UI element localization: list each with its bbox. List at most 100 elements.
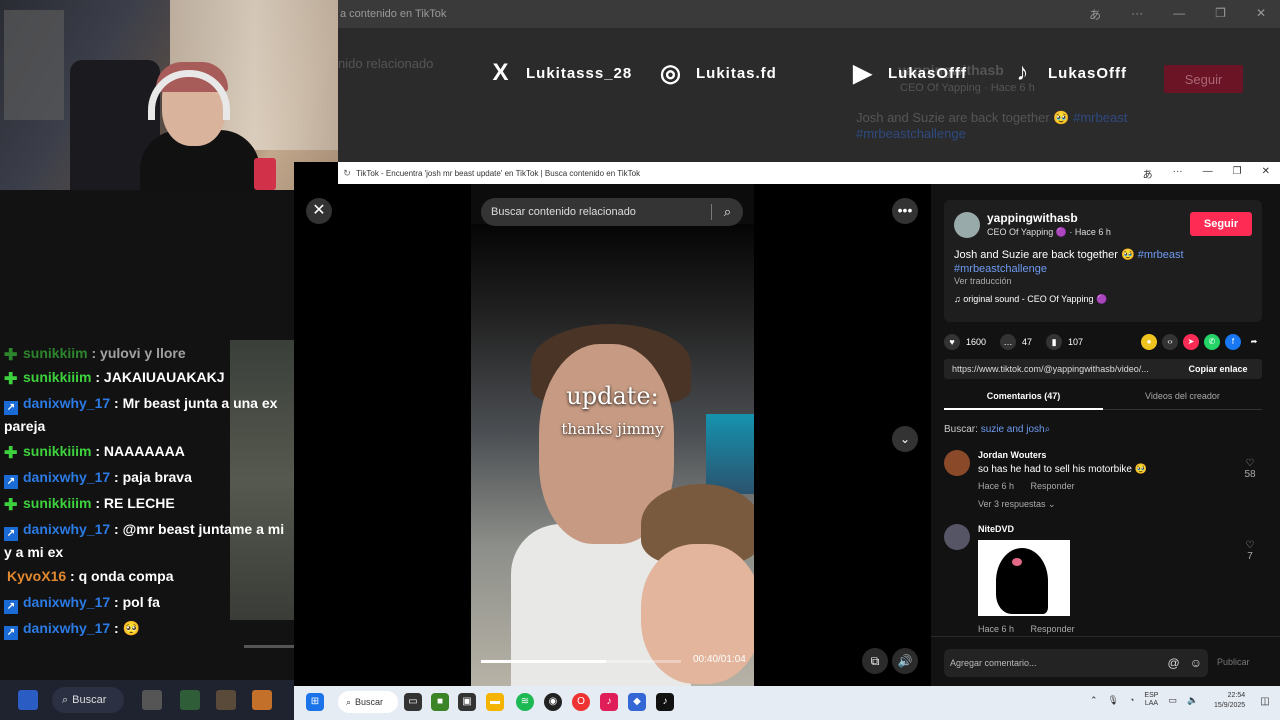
search-term-link[interactable]: suzie and josh⌕ — [981, 424, 1051, 435]
close-icon[interactable]: ✕ — [1256, 6, 1266, 23]
reply-button[interactable]: Responder — [1031, 481, 1075, 491]
post-stats: ♥ 1600 … 47 ▮ 107 ● ‹› ➤ ✆ f ➦ — [944, 332, 1262, 352]
volume-button[interactable]: 🔊 — [892, 648, 918, 674]
avatar[interactable] — [944, 524, 970, 550]
embed-icon[interactable]: ‹› — [1162, 334, 1178, 350]
next-video-button[interactable]: ⌄ — [892, 426, 918, 452]
related-search-input[interactable]: Buscar contenido relacionado ⌕ — [481, 198, 743, 226]
obs-icon[interactable]: ◉ — [544, 693, 562, 711]
tiktok-icon[interactable]: ♪ — [656, 693, 674, 711]
tab-creator-videos[interactable]: Videos del creador — [1103, 384, 1262, 410]
whatsapp-icon[interactable]: ✆ — [1204, 334, 1220, 350]
lang-bottom: LAA — [1144, 700, 1159, 707]
maximize-icon[interactable]: ❐ — [1233, 166, 1242, 181]
emoji-icon[interactable]: ☺ — [1190, 656, 1202, 670]
background-search: nido relacionado — [338, 56, 434, 71]
app-icon[interactable] — [216, 690, 236, 710]
chat-text: NAAAAAAA — [103, 443, 185, 459]
file-explorer-icon[interactable]: ▬ — [486, 693, 504, 711]
opera-icon[interactable]: O — [572, 693, 590, 711]
maximize-icon[interactable]: ❐ — [1215, 6, 1226, 23]
taskbar-search[interactable]: ⌕ Buscar — [338, 691, 398, 713]
app-icon[interactable] — [180, 690, 200, 710]
hashtag-link[interactable]: #mrbeast — [1138, 249, 1184, 261]
microphone-icon[interactable]: 🎙 — [1108, 695, 1119, 706]
facebook-icon[interactable]: f — [1225, 334, 1241, 350]
heart-icon[interactable]: ♥ — [944, 334, 960, 350]
speaker-icon[interactable]: 🔈 — [1187, 695, 1198, 706]
add-comment-input[interactable]: Agregar comentario... @ ☺ — [944, 649, 1208, 677]
coin-icon[interactable]: ● — [1141, 334, 1157, 350]
mention-icon[interactable]: @ — [1168, 656, 1180, 670]
send-icon[interactable]: ➤ — [1183, 334, 1199, 350]
comment-username[interactable]: Jordan Wouters — [978, 450, 1046, 460]
add-comment-bar: Agregar comentario... @ ☺ Publicar — [931, 636, 1280, 686]
comments-count: 47 — [1022, 337, 1033, 347]
avatar[interactable] — [944, 450, 970, 476]
app-icon[interactable] — [252, 690, 272, 710]
search-icon: ⌕ — [62, 693, 69, 706]
reload-icon[interactable]: ↻ — [338, 168, 356, 179]
video-player[interactable]: Buscar contenido relacionado ⌕ update: t… — [471, 184, 754, 686]
hashtag-link[interactable]: #mrbeastchallenge — [954, 263, 1047, 275]
copy-link-button[interactable]: Copiar enlace — [1174, 364, 1262, 374]
background-titlebar: a contenido en TikTok あ ··· — ❐ ✕ — [338, 0, 1280, 28]
more-options-button[interactable]: ••• — [892, 198, 918, 224]
avatar[interactable] — [954, 212, 980, 238]
sticker-brain — [1012, 558, 1022, 566]
minimize-icon[interactable]: — — [1203, 166, 1213, 181]
post-username[interactable]: yappingwithasb — [987, 211, 1078, 225]
display-icon[interactable]: ▭ — [1168, 695, 1177, 706]
video-progress-bar[interactable] — [481, 660, 681, 663]
comment-like[interactable]: ♡ 7 — [1238, 540, 1262, 562]
video-link[interactable]: https://www.tiktok.com/@yappingwithasb/v… — [952, 364, 1149, 374]
app-icon[interactable]: ▣ — [458, 693, 476, 711]
share-icon[interactable]: ➦ — [1246, 334, 1262, 350]
video-link-box: https://www.tiktok.com/@yappingwithasb/v… — [944, 359, 1262, 379]
chat-scrollbar[interactable] — [244, 645, 294, 648]
shield-icon[interactable]: ◆ — [628, 693, 646, 711]
tiktok-live-icon[interactable]: ♪ — [600, 693, 618, 711]
social-tiktok: ♪ LukasOfff — [1008, 56, 1127, 90]
windows-start-icon[interactable]: ⊞ — [306, 693, 324, 711]
comment-search-suggestion: Buscar: suzie and josh⌕ — [944, 424, 1050, 435]
subscriber-badge-icon: ✚ — [4, 445, 18, 462]
notification-icon[interactable]: ◫ — [1256, 693, 1274, 711]
more-icon[interactable]: ··· — [1173, 166, 1183, 181]
comment-icon[interactable]: … — [1000, 334, 1017, 350]
close-video-button[interactable]: ✕ — [306, 198, 332, 224]
windows-start-icon[interactable] — [18, 690, 38, 710]
task-view-icon[interactable]: ▭ — [404, 693, 422, 711]
floating-player-button[interactable]: ⧉ — [862, 648, 888, 674]
chat-user: danixwhy_17 — [23, 469, 111, 485]
bookmark-icon[interactable]: ▮ — [1046, 334, 1063, 350]
publish-button[interactable]: Publicar — [1217, 657, 1250, 667]
see-translation-link[interactable]: Ver traducción — [954, 276, 1012, 286]
translate-icon[interactable]: あ — [1143, 166, 1153, 181]
post-subtitle: CEO Of Yapping 🟣 · Hace 6 h — [987, 227, 1111, 237]
clock[interactable]: 22:54 15/9/2025 — [1214, 691, 1245, 711]
comment-username[interactable]: NiteDVD — [978, 524, 1014, 534]
tab-comments[interactable]: Comentarios (47) — [944, 384, 1103, 410]
close-icon[interactable]: ✕ — [1262, 166, 1270, 181]
search-icon[interactable]: ⌕ — [711, 204, 743, 220]
app-icon[interactable] — [142, 690, 162, 710]
follow-button[interactable]: Seguir — [1190, 212, 1252, 236]
more-icon[interactable]: ··· — [1131, 6, 1143, 23]
language-indicator[interactable]: ESP LAA — [1144, 692, 1158, 708]
taskbar-search[interactable]: ⌕ Buscar — [52, 687, 124, 713]
spotify-icon[interactable]: ≋ — [516, 693, 534, 711]
network-icon[interactable]: ◔ — [1129, 695, 1134, 705]
chevron-up-icon[interactable]: ⌃ — [1090, 695, 1098, 706]
view-replies-button[interactable]: Ver 3 respuestas ⌄ — [978, 499, 1056, 510]
comment-item: NiteDVD Hace 6 h Responder ♡ 7 — [944, 524, 1262, 634]
sound-link[interactable]: ♫ original sound - CEO Of Yapping 🟣 — [954, 294, 1107, 305]
minimize-icon[interactable]: — — [1173, 6, 1185, 23]
clock-time: 22:54 — [1227, 692, 1246, 699]
translate-icon[interactable]: あ — [1089, 6, 1101, 23]
minecraft-icon[interactable]: ■ — [431, 693, 449, 711]
reply-button[interactable]: Responder — [1031, 624, 1075, 634]
lang-top: ESP — [1144, 692, 1159, 699]
comment-like[interactable]: ♡ 58 — [1238, 458, 1262, 480]
background-follow-button[interactable]: Seguir — [1164, 65, 1243, 93]
